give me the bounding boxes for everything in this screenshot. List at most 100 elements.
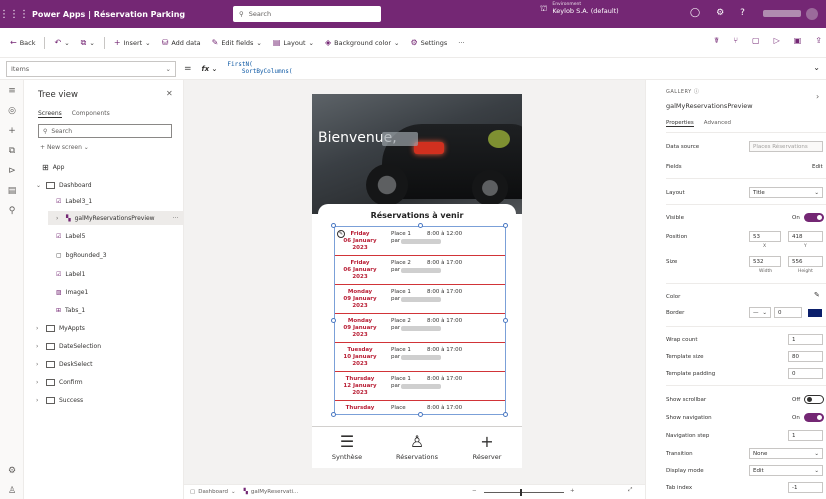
add-data-button[interactable]: ⛁ Add data — [158, 36, 205, 49]
resize-handle[interactable] — [418, 412, 423, 417]
property-dropdown[interactable]: Items ⌄ — [6, 60, 176, 77]
show-scrollbar-toggle[interactable] — [804, 395, 824, 404]
card-title[interactable]: Réservations à venir — [318, 211, 516, 220]
tree-node-confirm[interactable]: › Confirm — [36, 375, 83, 389]
chevron-right-icon[interactable]: › — [816, 92, 819, 101]
tree-node-app[interactable]: ⊞ App — [42, 160, 64, 174]
plus-icon[interactable]: + — [0, 126, 24, 136]
gallery-row[interactable]: Friday 06 January 2023 Place 2 8:00 à 17:… — [335, 256, 505, 285]
tab-reservations[interactable]: ♙ Réservations — [382, 431, 452, 461]
tab-screens[interactable]: Screens — [38, 110, 62, 118]
data-source-dropdown[interactable]: Places Réservations — [749, 141, 823, 152]
tab-reserver[interactable]: + Réserver — [452, 431, 522, 461]
play-icon[interactable]: ▷ — [774, 36, 780, 45]
fx-icon[interactable]: fx ⌄ — [202, 65, 218, 73]
border-color-swatch[interactable] — [808, 309, 822, 317]
gallery-row[interactable]: ✎ Friday 06 January 2023 Place 1 8:00 à 1… — [335, 227, 505, 256]
help-icon[interactable]: ? — [740, 8, 745, 18]
resize-handle[interactable] — [503, 223, 508, 228]
tab-index-input[interactable]: -1 — [788, 482, 823, 493]
tab-properties[interactable]: Properties — [666, 120, 694, 127]
media-icon[interactable]: ⊳ — [0, 166, 24, 176]
position-y-input[interactable]: 418 — [788, 231, 823, 242]
gallery-row[interactable]: Monday 09 January 2023 Place 1 8:00 à 17:… — [335, 285, 505, 314]
share-icon[interactable]: ⑂ — [733, 36, 738, 45]
size-width-input[interactable]: 532 — [749, 256, 781, 267]
tab-components[interactable]: Components — [72, 110, 110, 118]
account-icon[interactable]: ♙ — [0, 486, 24, 496]
size-height-input[interactable]: 556 — [788, 256, 823, 267]
settings-button[interactable]: ⚙ Settings — [406, 36, 451, 49]
resize-handle[interactable] — [331, 412, 336, 417]
border-width-input[interactable]: 0 — [774, 307, 802, 318]
wrap-count-input[interactable]: 1 — [788, 334, 823, 345]
fullscreen-icon[interactable]: ⤢ — [628, 487, 632, 494]
resize-handle[interactable] — [418, 223, 423, 228]
show-navigation-toggle[interactable] — [804, 413, 824, 422]
visible-toggle[interactable] — [804, 213, 824, 222]
avatar[interactable] — [806, 8, 818, 20]
new-screen-button[interactable]: + New screen ⌄ — [40, 144, 89, 151]
layout-dropdown[interactable]: Title ⌄ — [749, 187, 823, 198]
hero-image[interactable]: Bienvenue, — [312, 94, 522, 214]
tab-advanced[interactable]: Advanced — [704, 120, 731, 127]
gallery-row[interactable]: Monday 09 January 2023 Place 2 8:00 à 17:… — [335, 314, 505, 343]
tree-node-label3-1[interactable]: ☑ Label3_1 — [56, 194, 92, 208]
resize-handle[interactable] — [331, 318, 336, 323]
expand-formula-icon[interactable]: ⌄ — [813, 63, 820, 72]
menu-icon[interactable]: ≡ — [0, 86, 24, 96]
tree-node-tabs1[interactable]: ⊞ Tabs_1 — [56, 303, 85, 317]
environment-picker[interactable]: ⛫ Environment Keylob S.A. (default) — [540, 2, 619, 15]
position-x-input[interactable]: 53 — [749, 231, 781, 242]
tree-node-label5[interactable]: ☑ Label5 — [56, 229, 85, 243]
tree-node-gallery[interactable]: › ▚ galMyReservationsPreview ··· — [48, 211, 184, 225]
tree-node-success[interactable]: › Success — [36, 393, 83, 407]
copy-button[interactable]: ⧉ ⌄ — [77, 36, 99, 50]
settings-icon[interactable]: ⚙ — [716, 8, 724, 18]
tab-synthese[interactable]: ☰ Synthèse — [312, 431, 382, 461]
gear-icon[interactable]: ⚙ — [0, 466, 24, 476]
navigation-step-input[interactable]: 1 — [788, 430, 823, 441]
app-checker-icon[interactable]: ☤ — [714, 36, 719, 45]
tree-node-dashboard[interactable]: ⌄ Dashboard — [36, 178, 92, 192]
tree-node-deskselect[interactable]: › DeskSelect — [36, 357, 92, 371]
help-icon[interactable]: ⓘ — [694, 89, 700, 95]
control-breadcrumb[interactable]: ▚ galMyReservati... — [244, 489, 299, 495]
undo-button[interactable]: ↶ ⌄ — [50, 36, 73, 49]
edit-fields-link[interactable]: Edit — [812, 164, 823, 170]
formula-input[interactable]: FirstN( SortByColumns( — [227, 61, 292, 75]
border-style-dropdown[interactable]: — ⌄ — [749, 307, 771, 318]
layout-button[interactable]: ▤ Layout ⌄ — [269, 36, 318, 49]
resize-handle[interactable] — [503, 318, 508, 323]
resize-handle[interactable] — [503, 412, 508, 417]
display-mode-dropdown[interactable]: Edit ⌄ — [749, 465, 823, 476]
control-name[interactable]: galMyReservationsPreview — [666, 102, 753, 110]
zoom-out-icon[interactable]: − — [472, 488, 477, 494]
zoom-slider[interactable] — [484, 492, 564, 493]
template-size-input[interactable]: 80 — [788, 351, 823, 362]
design-canvas[interactable]: Bienvenue, Réservations à venir ✎ Friday… — [184, 80, 645, 484]
gallery-row[interactable]: Thursday 12 January 2023 Place 1 8:00 à 1… — [335, 372, 505, 401]
variables-icon[interactable]: ▤ — [0, 186, 24, 196]
edit-fields-button[interactable]: ✎ Edit fields ⌄ — [208, 36, 266, 49]
notifications-icon[interactable]: ◯ — [690, 8, 700, 18]
more-icon[interactable]: ··· — [173, 215, 179, 222]
more-commands-button[interactable]: ··· — [454, 37, 468, 49]
publish-icon[interactable]: ⇪ — [815, 36, 822, 45]
tree-search-input[interactable]: ⚲ Search — [38, 124, 172, 138]
reservations-gallery[interactable]: ✎ Friday 06 January 2023 Place 1 8:00 à 1… — [334, 226, 506, 415]
insert-button[interactable]: + Insert ⌄ — [110, 36, 155, 49]
data-icon[interactable]: ⧉ — [0, 146, 24, 156]
zoom-slider-thumb[interactable] — [520, 489, 522, 496]
template-padding-input[interactable]: 0 — [788, 368, 823, 379]
tree-node-myappts[interactable]: › MyAppts — [36, 321, 85, 335]
resize-handle[interactable] — [331, 223, 336, 228]
background-color-button[interactable]: ◈ Background color ⌄ — [321, 36, 403, 49]
search-icon[interactable]: ⚲ — [0, 206, 24, 216]
transition-dropdown[interactable]: None ⌄ — [749, 448, 823, 459]
zoom-in-icon[interactable]: + — [570, 488, 575, 494]
save-icon[interactable]: ▣ — [794, 36, 802, 45]
tree-node-image1[interactable]: ▨ Image1 — [56, 285, 88, 299]
gallery-row[interactable]: Tuesday 10 January 2023 Place 1 8:00 à 17… — [335, 343, 505, 372]
tree-node-dateselection[interactable]: › DateSelection — [36, 339, 101, 353]
